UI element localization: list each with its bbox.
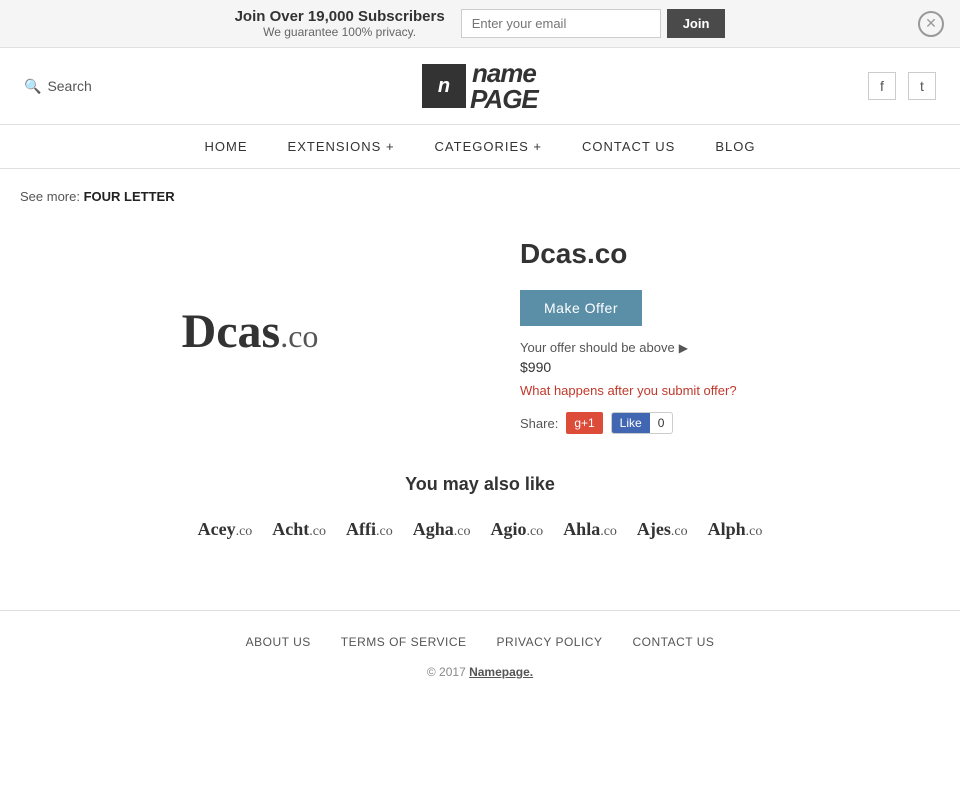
nav-home[interactable]: HOME bbox=[205, 139, 248, 154]
logo-icon: n bbox=[422, 64, 466, 108]
offer-info-link[interactable]: What happens after you submit offer? bbox=[520, 383, 940, 398]
also-like-section: You may also like Acey.co Acht.co Affi.c… bbox=[20, 474, 940, 540]
share-row: Share: g+1 Like 0 bbox=[520, 412, 940, 434]
banner-form: Join bbox=[461, 9, 726, 38]
fb-like-label: Like bbox=[612, 413, 650, 433]
logo-text: name PAGE bbox=[470, 60, 538, 112]
nav-contact[interactable]: CONTACT US bbox=[582, 139, 675, 154]
also-like-agha[interactable]: Agha.co bbox=[413, 519, 471, 540]
footer-copyright: © 2017 Namepage. bbox=[24, 665, 936, 679]
social-links: f t bbox=[868, 72, 936, 100]
also-like-acey[interactable]: Acey.co bbox=[198, 519, 253, 540]
footer-contact[interactable]: CONTACT US bbox=[632, 635, 714, 649]
offer-hint: Your offer should be above ▶ bbox=[520, 340, 940, 355]
search-icon: 🔍 bbox=[24, 78, 41, 95]
nav-categories[interactable]: CATEGORIES + bbox=[435, 139, 542, 154]
footer-links: ABOUT US TERMS OF SERVICE PRIVACY POLICY… bbox=[24, 635, 936, 649]
facebook-icon: f bbox=[880, 78, 884, 94]
join-button[interactable]: Join bbox=[667, 9, 726, 38]
domain-logo-area: Dcas.co bbox=[20, 228, 480, 434]
close-banner-button[interactable]: ✕ bbox=[918, 11, 944, 37]
twitter-link[interactable]: t bbox=[908, 72, 936, 100]
footer-about[interactable]: ABOUT US bbox=[246, 635, 311, 649]
also-like-alph[interactable]: Alph.co bbox=[708, 519, 763, 540]
also-like-affi[interactable]: Affi.co bbox=[346, 519, 393, 540]
fb-count: 0 bbox=[650, 413, 673, 433]
also-like-agio[interactable]: Agio.co bbox=[490, 519, 543, 540]
also-like-grid: Acey.co Acht.co Affi.co Agha.co Agio.co … bbox=[20, 519, 940, 540]
make-offer-button[interactable]: Make Offer bbox=[520, 290, 642, 326]
main-nav: HOME EXTENSIONS + CATEGORIES + CONTACT U… bbox=[0, 125, 960, 169]
search-trigger[interactable]: 🔍 Search bbox=[24, 78, 92, 95]
top-banner: Join Over 19,000 Subscribers We guarante… bbox=[0, 0, 960, 48]
google-plus-button[interactable]: g+1 bbox=[566, 412, 602, 434]
offer-arrow-icon: ▶ bbox=[679, 341, 688, 355]
banner-subtitle: We guarantee 100% privacy. bbox=[235, 25, 445, 39]
also-like-ahla[interactable]: Ahla.co bbox=[563, 519, 617, 540]
facebook-like-button[interactable]: Like 0 bbox=[611, 412, 674, 434]
also-like-acht[interactable]: Acht.co bbox=[272, 519, 326, 540]
share-label: Share: bbox=[520, 416, 558, 431]
domain-info: Dcas.co Make Offer Your offer should be … bbox=[520, 228, 940, 434]
email-input[interactable] bbox=[461, 9, 661, 38]
domain-tld-part: .co bbox=[280, 318, 318, 354]
footer-copy-link[interactable]: Namepage. bbox=[469, 665, 533, 679]
search-label: Search bbox=[47, 78, 91, 94]
domain-title: Dcas.co bbox=[520, 238, 940, 270]
also-like-title: You may also like bbox=[20, 474, 940, 495]
also-like-ajes[interactable]: Ajes.co bbox=[637, 519, 688, 540]
twitter-icon: t bbox=[920, 78, 924, 94]
footer: ABOUT US TERMS OF SERVICE PRIVACY POLICY… bbox=[0, 610, 960, 703]
footer-privacy[interactable]: PRIVACY POLICY bbox=[497, 635, 603, 649]
nav-blog[interactable]: BLOG bbox=[715, 139, 755, 154]
offer-price: $990 bbox=[520, 359, 940, 375]
site-logo[interactable]: n name PAGE bbox=[422, 60, 538, 112]
facebook-link[interactable]: f bbox=[868, 72, 896, 100]
footer-terms[interactable]: TERMS OF SERVICE bbox=[341, 635, 467, 649]
header: 🔍 Search n name PAGE f t bbox=[0, 48, 960, 125]
domain-logo: Dcas.co bbox=[182, 304, 319, 359]
banner-text: Join Over 19,000 Subscribers We guarante… bbox=[235, 8, 445, 39]
domain-section: Dcas.co Dcas.co Make Offer Your offer sh… bbox=[20, 228, 940, 434]
see-more-label[interactable]: FOUR LETTER bbox=[84, 189, 175, 204]
main-content: See more: FOUR LETTER Dcas.co Dcas.co Ma… bbox=[0, 169, 960, 580]
domain-name-part: Dcas bbox=[182, 305, 281, 358]
see-more-section: See more: FOUR LETTER bbox=[20, 189, 940, 204]
nav-extensions[interactable]: EXTENSIONS + bbox=[288, 139, 395, 154]
see-more-prefix: See more: bbox=[20, 189, 80, 204]
banner-title: Join Over 19,000 Subscribers bbox=[235, 8, 445, 25]
